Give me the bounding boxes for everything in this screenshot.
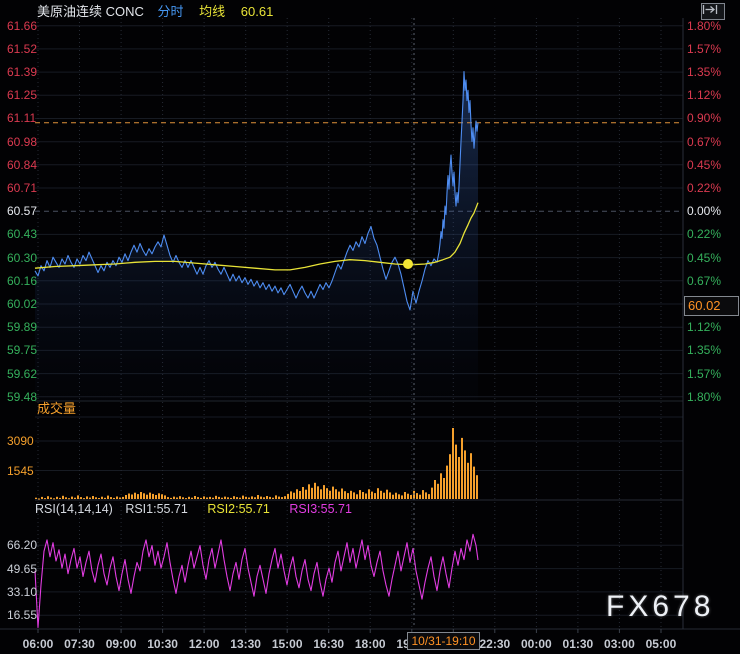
chart-mode-label[interactable]: 分时 [158,4,184,19]
ma-value: 60.61 [241,4,274,19]
rsi3-value: RSI3:55.71 [289,502,352,516]
watermark: FX678 [606,590,714,624]
rsi-header: RSI(14,14,14) RSI1:55.71 RSI2:55.71 RSI3… [35,502,352,516]
volume-pane-label: 成交量 [37,398,76,417]
rsi1-value: RSI1:55.71 [125,502,188,516]
chart-header: 美原油连续 CONC 分时 均线 60.61 [37,4,273,20]
chart-canvas[interactable] [0,0,740,654]
axis-price-flag: 60.02 [684,296,739,316]
chart-window: 61.6661.5261.3961.2561.1160.9860.8460.71… [0,0,740,654]
ma-label: 均线 [199,4,225,19]
symbol-title: 美原油连续 CONC [37,4,144,19]
rsi2-value: RSI2:55.71 [207,502,270,516]
rsi-params-label: RSI(14,14,14) [35,502,113,516]
crosshair-time-flag: 10/31-19:10 [407,632,480,650]
collapse-panel-button[interactable] [701,3,725,20]
